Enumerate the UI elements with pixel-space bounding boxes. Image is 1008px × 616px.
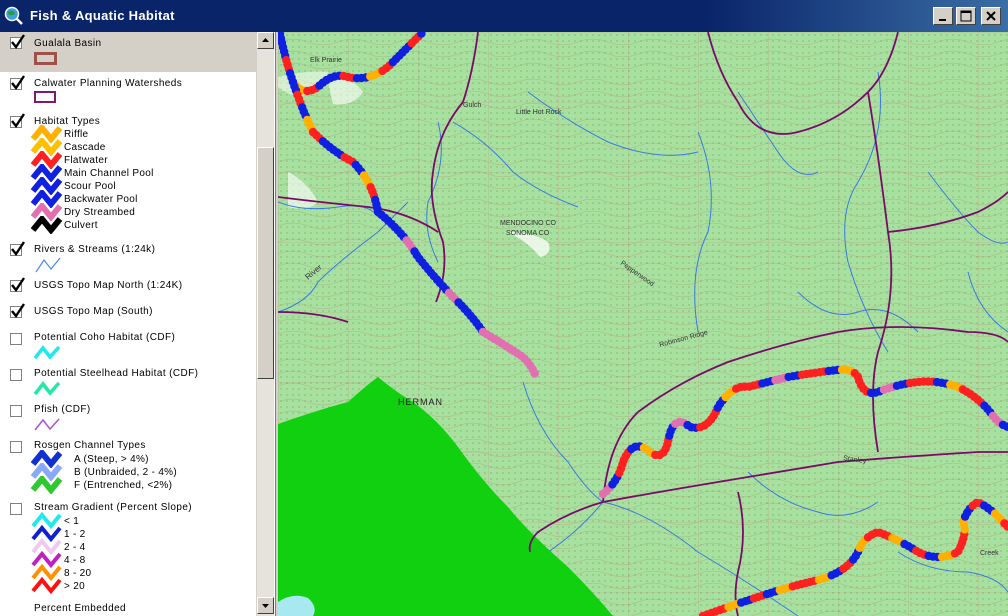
check-icon — [11, 113, 25, 129]
layer-checkbox[interactable] — [10, 75, 25, 91]
legend-class-gradient-6: > 20 — [0, 577, 240, 595]
layer-checkbox[interactable] — [10, 34, 25, 50]
legend-class-rosgen-f: F (Entrenched, <2%) — [0, 476, 240, 494]
close-button[interactable] — [981, 7, 1001, 25]
layer-gualala-basin[interactable]: Gualala Basin — [0, 32, 256, 72]
minimize-button[interactable] — [933, 7, 953, 25]
layer-usgs-topo-north[interactable]: USGS Topo Map North (1:24K) — [0, 277, 256, 302]
zigzag-symbol-icon — [30, 216, 63, 234]
polygon-symbol-icon — [34, 91, 56, 103]
map-svg[interactable]: Elk Prairie Gulch Little Hot Rock MENDOC… — [278, 32, 1008, 616]
layer-name: Potential Steelhead Habitat (CDF) — [34, 368, 199, 379]
globe-magnifier-icon — [4, 6, 23, 25]
polygon-symbol-icon — [34, 52, 57, 65]
layer-rivers-streams[interactable]: Rivers & Streams (1:24k) — [0, 241, 256, 278]
label-elk-prairie: Elk Prairie — [310, 57, 342, 64]
label-mendocino-co: MENDOCINO CO — [500, 220, 557, 227]
window-title: Fish & Aquatic Habitat — [30, 8, 175, 23]
close-icon — [986, 11, 996, 21]
layer-potential-steelhead[interactable]: Potential Steelhead Habitat (CDF) — [0, 367, 256, 401]
layer-name: Gualala Basin — [34, 38, 102, 49]
layer-habitat-types[interactable]: Habitat Types Riffle Cascade Flatwater M… — [0, 113, 256, 238]
layer-pfish[interactable]: Pfish (CDF) — [0, 403, 256, 437]
layer-stream-gradient[interactable]: Stream Gradient (Percent Slope) < 1 1 - … — [0, 501, 256, 603]
layer-potential-coho[interactable]: Potential Coho Habitat (CDF) — [0, 331, 256, 365]
habitat-segment-dot — [530, 369, 539, 378]
line-symbol-icon — [35, 257, 61, 273]
label-creek: Creek — [980, 550, 999, 557]
arrow-up-icon — [262, 38, 269, 42]
map-canvas[interactable]: Elk Prairie Gulch Little Hot Rock MENDOC… — [278, 32, 1008, 616]
check-icon — [11, 303, 25, 319]
title-bar[interactable]: Fish & Aquatic Habitat — [0, 0, 1008, 32]
layer-checkbox[interactable] — [10, 277, 25, 293]
label-little-hot-rock: Little Hot Rock — [516, 109, 562, 116]
layer-name: Percent Embedded — [34, 603, 127, 614]
check-icon — [11, 277, 25, 293]
zigzag-symbol-icon — [33, 345, 61, 360]
layer-checkbox[interactable] — [10, 113, 25, 129]
layer-rosgen-channel-types[interactable]: Rosgen Channel Types A (Steep, > 4%) B (… — [0, 439, 256, 497]
scroll-thumb[interactable] — [257, 147, 274, 379]
minimize-icon — [939, 19, 946, 21]
scroll-down-button[interactable] — [257, 597, 274, 614]
layer-checkbox[interactable] — [10, 369, 22, 381]
maximize-button[interactable] — [956, 7, 976, 25]
label-herman: HERMAN — [398, 397, 443, 407]
layer-name: Pfish (CDF) — [34, 404, 91, 415]
layer-checkbox[interactable] — [10, 303, 25, 319]
scroll-up-button[interactable] — [257, 32, 274, 49]
table-of-contents: Gualala Basin Calwater Planning Watershe… — [0, 32, 276, 616]
line-symbol-icon — [34, 418, 60, 431]
legend-class-culvert: Culvert — [0, 216, 240, 234]
layer-percent-embedded[interactable]: Percent Embedded — [0, 601, 256, 616]
layer-checkbox[interactable] — [10, 241, 25, 257]
zigzag-symbol-icon — [33, 381, 61, 396]
layer-name: Calwater Planning Watersheds — [34, 78, 183, 89]
label-sonoma-co: SONOMA CO — [506, 230, 550, 237]
zigzag-symbol-icon — [31, 577, 62, 595]
arrow-down-icon — [262, 604, 269, 608]
maximize-icon — [960, 10, 972, 22]
check-icon — [11, 34, 25, 50]
zigzag-symbol-icon — [30, 476, 63, 494]
layer-checkbox[interactable] — [10, 333, 22, 345]
check-icon — [11, 241, 25, 257]
layer-list: Gualala Basin Calwater Planning Watershe… — [0, 32, 256, 616]
label-gulch: Gulch — [463, 102, 481, 109]
layer-name: USGS Topo Map North (1:24K) — [34, 280, 183, 291]
layer-checkbox[interactable] — [10, 441, 22, 453]
layer-name: Rivers & Streams (1:24k) — [34, 244, 156, 255]
check-icon — [11, 75, 25, 91]
layer-name: USGS Topo Map (South) — [34, 306, 153, 317]
layer-checkbox[interactable] — [10, 503, 22, 515]
layer-name: Potential Coho Habitat (CDF) — [34, 332, 176, 343]
toc-scrollbar[interactable] — [256, 32, 274, 616]
layer-checkbox[interactable] — [10, 405, 22, 417]
layer-usgs-topo-south[interactable]: USGS Topo Map (South) — [0, 303, 256, 328]
layer-calwater[interactable]: Calwater Planning Watersheds — [0, 75, 256, 108]
